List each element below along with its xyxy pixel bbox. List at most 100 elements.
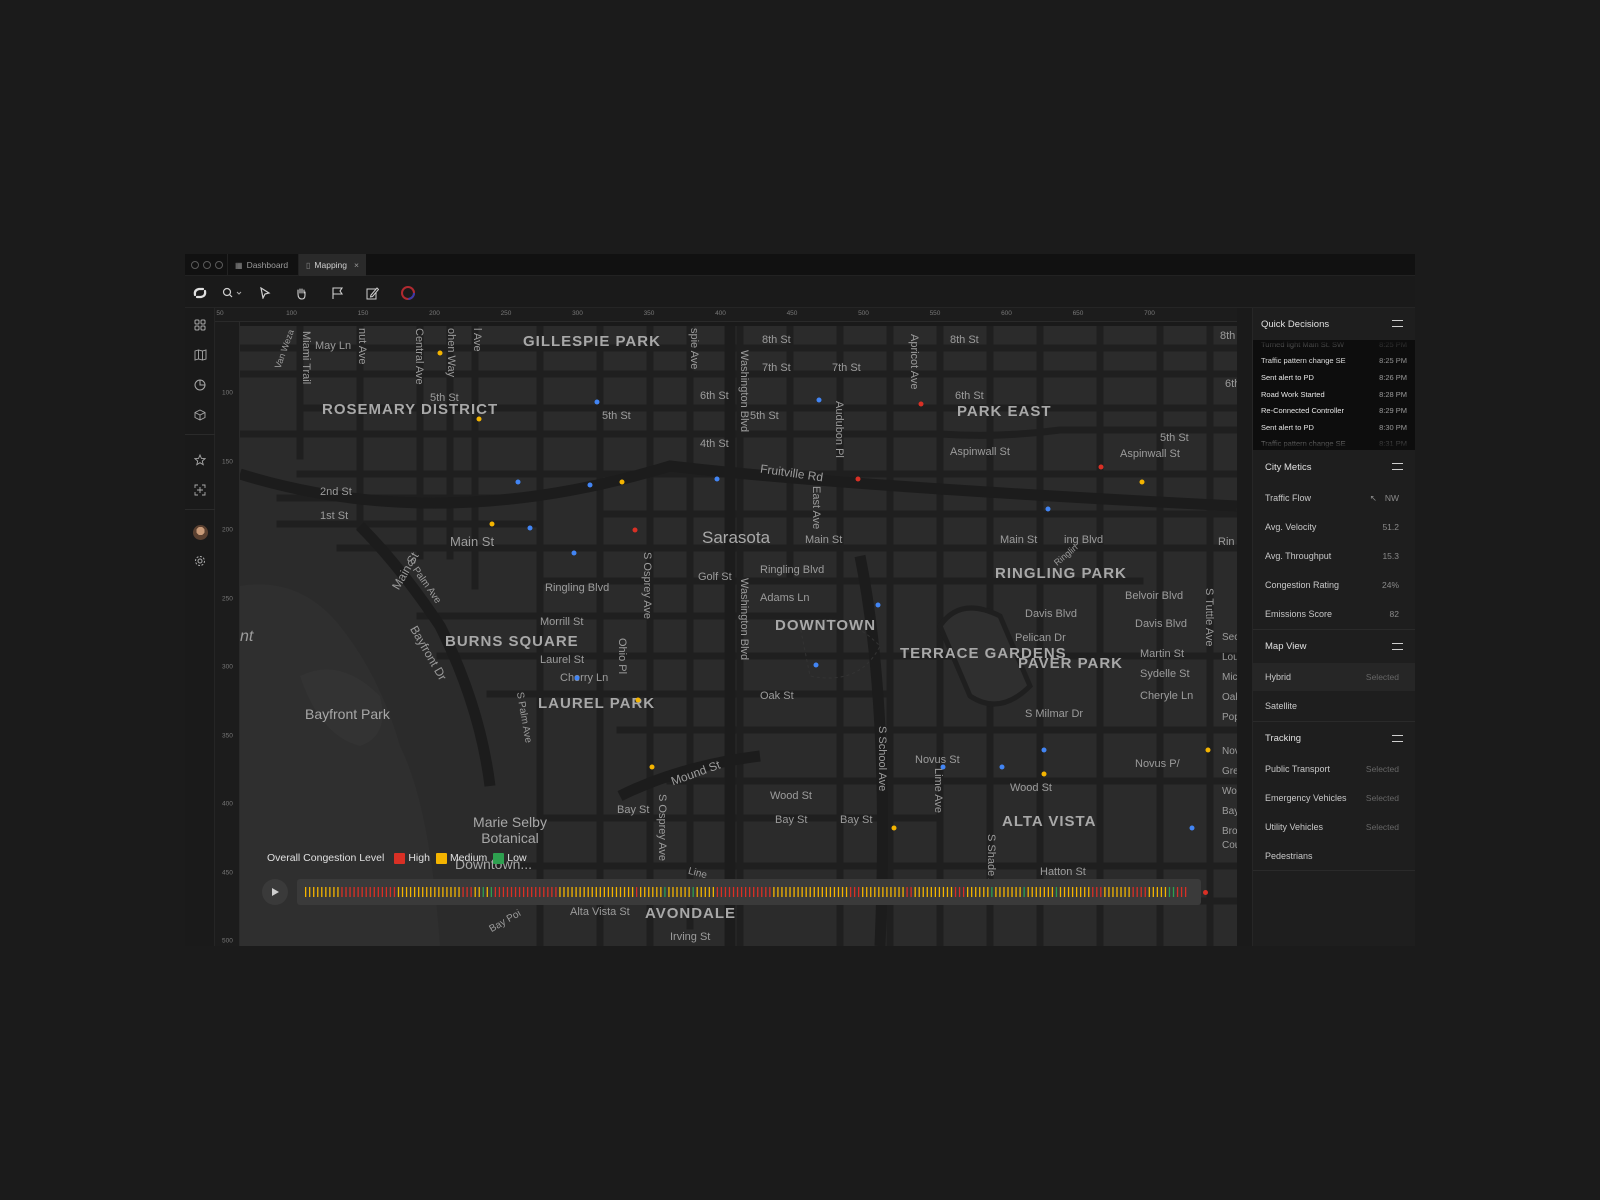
timeline-bar bbox=[555, 887, 557, 897]
map-canvas[interactable]: GILLESPIE PARK ROSEMARY DISTRICT PARK EA… bbox=[240, 326, 1237, 946]
map-view-option-satellite[interactable]: Satellite bbox=[1253, 692, 1415, 721]
traffic-marker-medium[interactable] bbox=[1041, 771, 1047, 777]
traffic-marker-medium[interactable] bbox=[1205, 747, 1211, 753]
nav-apps[interactable] bbox=[189, 314, 211, 336]
list-item[interactable]: Traffic pattern change SE 8:31 PM bbox=[1253, 436, 1415, 450]
district-label: BURNS SQUARE bbox=[445, 633, 579, 650]
traffic-marker-medium[interactable] bbox=[476, 416, 482, 422]
nav-divider bbox=[185, 434, 215, 435]
menu-icon[interactable] bbox=[1392, 463, 1403, 470]
tab-dashboard[interactable]: ▦ Dashboard bbox=[227, 254, 295, 276]
tracking-option-utility-vehicles[interactable]: Utility Vehicles Selected bbox=[1253, 813, 1415, 842]
timeline-bar bbox=[1007, 887, 1009, 897]
street-label: Martin St bbox=[1140, 648, 1185, 660]
menu-icon[interactable] bbox=[1392, 320, 1403, 327]
cube-icon bbox=[194, 409, 206, 421]
traffic-marker-high[interactable] bbox=[918, 401, 924, 407]
timeline-bar bbox=[773, 887, 775, 897]
traffic-marker-medium[interactable] bbox=[437, 350, 443, 356]
window-minimize-button[interactable] bbox=[203, 261, 211, 269]
street-label: Alta Vista St bbox=[570, 906, 630, 918]
timeline-bar bbox=[849, 887, 852, 897]
map-view-option-hybrid[interactable]: Hybrid Selected bbox=[1253, 663, 1415, 692]
timeline-bar bbox=[486, 887, 488, 897]
timeline-end-marker bbox=[1203, 890, 1208, 895]
pencil-tool[interactable] bbox=[361, 282, 383, 304]
street-label: Cheryle Ln bbox=[1140, 690, 1194, 702]
traffic-marker-low[interactable] bbox=[1041, 747, 1047, 753]
pointer-tool[interactable] bbox=[254, 282, 276, 304]
traffic-marker-high[interactable] bbox=[632, 527, 638, 533]
traffic-marker-low[interactable] bbox=[571, 550, 577, 556]
traffic-marker-low[interactable] bbox=[515, 479, 521, 485]
traffic-marker-low[interactable] bbox=[587, 482, 593, 488]
ruler-tick-label: 700 bbox=[1144, 310, 1155, 317]
nav-favorites[interactable] bbox=[189, 449, 211, 471]
congestion-timeline[interactable] bbox=[297, 879, 1201, 905]
traffic-marker-high[interactable] bbox=[1098, 464, 1104, 470]
traffic-marker-low[interactable] bbox=[875, 602, 881, 608]
zoom-tool[interactable] bbox=[219, 282, 247, 304]
traffic-marker-medium[interactable] bbox=[489, 521, 495, 527]
traffic-marker-low[interactable] bbox=[594, 399, 600, 405]
tracking-option-pedestrians[interactable]: Pedestrians bbox=[1253, 842, 1415, 871]
window-maximize-button[interactable] bbox=[215, 261, 223, 269]
timeline-bar bbox=[732, 887, 735, 897]
traffic-marker-low[interactable] bbox=[1189, 825, 1195, 831]
list-item[interactable]: Traffic pattern change SE 8:25 PM bbox=[1253, 353, 1415, 370]
list-item[interactable]: Turned light Main St. SW 8:25 PM bbox=[1253, 340, 1415, 353]
traffic-marker-low[interactable] bbox=[813, 662, 819, 668]
avatar[interactable] bbox=[193, 525, 208, 540]
timeline-bar bbox=[571, 887, 573, 897]
list-item[interactable]: Road Work Started 8:28 PM bbox=[1253, 386, 1415, 403]
tracking-option-emergency-vehicles[interactable]: Emergency Vehicles Selected bbox=[1253, 784, 1415, 813]
traffic-marker-medium[interactable] bbox=[1139, 479, 1145, 485]
street-label: Ohio Pl bbox=[616, 638, 628, 675]
window-close-button[interactable] bbox=[191, 261, 199, 269]
timeline-bar bbox=[688, 887, 690, 897]
list-item[interactable]: Sent alert to PD 8:26 PM bbox=[1253, 369, 1415, 386]
traffic-marker-medium[interactable] bbox=[649, 764, 655, 770]
traffic-marker-medium[interactable] bbox=[619, 479, 625, 485]
nav-map[interactable] bbox=[189, 344, 211, 366]
nav-objects[interactable] bbox=[189, 404, 211, 426]
apps-icon bbox=[194, 319, 206, 331]
flag-tool[interactable] bbox=[326, 282, 348, 304]
nav-settings[interactable] bbox=[189, 550, 211, 572]
menu-icon[interactable] bbox=[1392, 735, 1403, 742]
timeline-bar bbox=[313, 887, 315, 897]
timeline-bar bbox=[866, 887, 868, 897]
close-icon[interactable]: × bbox=[354, 260, 359, 270]
traffic-marker-high[interactable] bbox=[855, 476, 861, 482]
traffic-marker-low[interactable] bbox=[816, 397, 822, 403]
color-picker-tool[interactable] bbox=[397, 282, 419, 304]
traffic-marker-medium[interactable] bbox=[635, 697, 641, 703]
city-metrics-title: City Metics bbox=[1265, 461, 1312, 473]
traffic-marker-low[interactable] bbox=[940, 764, 946, 770]
map-icon: ▯ bbox=[306, 260, 311, 270]
street-label: May Ln bbox=[315, 340, 352, 352]
tab-mapping[interactable]: ▯ Mapping × bbox=[298, 254, 366, 276]
ruler-tick-label: 350 bbox=[643, 310, 655, 317]
timeline-bar bbox=[749, 887, 751, 897]
timeline-bar bbox=[337, 887, 339, 897]
hand-tool[interactable] bbox=[290, 282, 312, 304]
play-button[interactable] bbox=[262, 879, 288, 905]
traffic-marker-low[interactable] bbox=[999, 764, 1005, 770]
nav-layout[interactable] bbox=[189, 479, 211, 501]
timeline-bar bbox=[514, 887, 517, 897]
traffic-marker-low[interactable] bbox=[527, 525, 533, 531]
traffic-marker-medium[interactable] bbox=[891, 825, 897, 831]
timeline-bar bbox=[833, 887, 836, 897]
traffic-marker-low[interactable] bbox=[574, 675, 580, 681]
nav-charts[interactable] bbox=[189, 374, 211, 396]
ruler-tick-label: 300 bbox=[572, 310, 583, 317]
tracking-option-public-transport[interactable]: Public Transport Selected bbox=[1253, 755, 1415, 784]
menu-icon[interactable] bbox=[1392, 643, 1403, 650]
traffic-marker-low[interactable] bbox=[1045, 506, 1051, 512]
quick-decisions-list[interactable]: Turned light Main St. SW 8:25 PM Traffic … bbox=[1253, 340, 1415, 450]
place-label: Bayfront Park bbox=[305, 706, 390, 722]
traffic-marker-low[interactable] bbox=[714, 476, 720, 482]
list-item[interactable]: Sent alert to PD 8:30 PM bbox=[1253, 419, 1415, 436]
list-item[interactable]: Re-Connected Controller 8:29 PM bbox=[1253, 402, 1415, 419]
